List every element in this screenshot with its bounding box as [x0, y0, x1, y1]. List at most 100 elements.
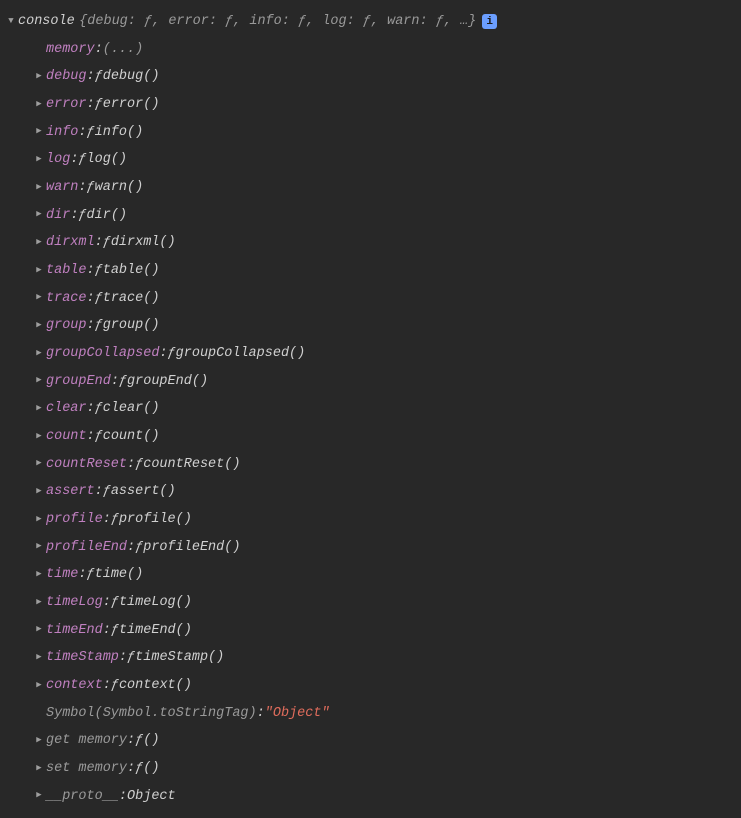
expand-icon[interactable]	[34, 344, 44, 365]
property-key: debug	[46, 63, 87, 91]
property-row[interactable]: profileEnd: ƒ profileEnd()	[6, 534, 735, 562]
property-value-string: "Object"	[265, 700, 330, 728]
property-key: count	[46, 423, 87, 451]
function-symbol: ƒ	[87, 174, 95, 202]
property-row[interactable]: timeStamp: ƒ timeStamp()	[6, 644, 735, 672]
property-row[interactable]: countReset: ƒ countReset()	[6, 451, 735, 479]
collapse-icon[interactable]	[6, 12, 16, 33]
property-key: __proto__	[46, 783, 119, 811]
function-symbol: ƒ	[168, 340, 176, 368]
property-row[interactable]: count: ƒ count()	[6, 423, 735, 451]
property-key: error	[46, 91, 87, 119]
property-key: clear	[46, 395, 87, 423]
property-key: info	[46, 119, 78, 147]
expand-icon[interactable]	[34, 122, 44, 143]
function-symbol: ƒ	[111, 672, 119, 700]
property-row[interactable]: error: ƒ error()	[6, 91, 735, 119]
summary-value: ƒ	[298, 14, 306, 29]
object-header-row[interactable]: console { debug: ƒ, error: ƒ, info: ƒ, l…	[6, 8, 735, 36]
function-name: countReset()	[143, 451, 240, 479]
property-key: countReset	[46, 451, 127, 479]
function-symbol: ƒ	[87, 119, 95, 147]
expand-icon[interactable]	[34, 288, 44, 309]
expand-icon[interactable]	[34, 67, 44, 88]
expand-icon[interactable]	[34, 261, 44, 282]
function-symbol: ƒ	[135, 755, 143, 783]
property-key: memory	[46, 36, 95, 64]
expand-icon[interactable]	[34, 565, 44, 586]
property-row[interactable]: __proto__: Object	[6, 783, 735, 811]
summary-key: error	[168, 14, 209, 29]
function-name: dirxml()	[111, 229, 176, 257]
property-row[interactable]: group: ƒ group()	[6, 312, 735, 340]
expand-icon[interactable]	[34, 205, 44, 226]
function-symbol: ƒ	[95, 423, 103, 451]
property-key: context	[46, 672, 103, 700]
property-row[interactable]: context: ƒ context()	[6, 672, 735, 700]
function-name: group()	[103, 312, 160, 340]
expand-icon[interactable]	[34, 620, 44, 641]
expand-icon[interactable]	[34, 537, 44, 558]
property-row[interactable]: timeLog: ƒ timeLog()	[6, 589, 735, 617]
property-row[interactable]: trace: ƒ trace()	[6, 285, 735, 313]
function-name: debug()	[103, 63, 160, 91]
property-row[interactable]: log: ƒ log()	[6, 146, 735, 174]
property-row[interactable]: clear: ƒ clear()	[6, 395, 735, 423]
summary-key: log	[322, 14, 346, 29]
property-row[interactable]: info: ƒ info()	[6, 119, 735, 147]
expand-icon[interactable]	[34, 676, 44, 697]
expand-icon[interactable]	[34, 233, 44, 254]
function-symbol: ƒ	[95, 285, 103, 313]
function-name: info()	[95, 119, 144, 147]
property-row[interactable]: groupCollapsed: ƒ groupCollapsed()	[6, 340, 735, 368]
expand-icon[interactable]	[34, 648, 44, 669]
expand-icon[interactable]	[34, 316, 44, 337]
summary-value: ƒ	[436, 14, 444, 29]
property-value: (...)	[103, 36, 144, 64]
property-key: log	[46, 146, 70, 174]
property-key: get memory	[46, 727, 127, 755]
expand-icon[interactable]	[34, 427, 44, 448]
property-row[interactable]: timeEnd: ƒ timeEnd()	[6, 617, 735, 645]
property-value: Object	[127, 783, 176, 811]
function-symbol: ƒ	[87, 561, 95, 589]
expand-icon[interactable]	[34, 482, 44, 503]
property-row[interactable]: time: ƒ time()	[6, 561, 735, 589]
expand-icon[interactable]	[34, 178, 44, 199]
property-row[interactable]: memory: (...)	[6, 36, 735, 64]
expand-icon[interactable]	[34, 454, 44, 475]
property-row[interactable]: dir: ƒ dir()	[6, 202, 735, 230]
property-row[interactable]: Symbol(Symbol.toStringTag): "Object"	[6, 700, 735, 728]
function-symbol: ƒ	[95, 63, 103, 91]
function-symbol: ƒ	[78, 202, 86, 230]
expand-icon[interactable]	[34, 150, 44, 171]
property-row[interactable]: groupEnd: ƒ groupEnd()	[6, 368, 735, 396]
property-row[interactable]: warn: ƒ warn()	[6, 174, 735, 202]
info-icon[interactable]: i	[482, 14, 497, 29]
function-name: timeStamp()	[135, 644, 224, 672]
function-symbol: ƒ	[95, 91, 103, 119]
expand-icon[interactable]	[34, 593, 44, 614]
function-name: profile()	[119, 506, 192, 534]
function-symbol: ƒ	[95, 257, 103, 285]
property-key: dir	[46, 202, 70, 230]
expand-icon[interactable]	[34, 399, 44, 420]
property-key: group	[46, 312, 87, 340]
property-row[interactable]: set memory: ƒ ()	[6, 755, 735, 783]
summary-value: ƒ	[363, 14, 371, 29]
expand-icon[interactable]	[34, 786, 44, 807]
property-row[interactable]: assert: ƒ assert()	[6, 478, 735, 506]
expand-icon[interactable]	[34, 95, 44, 116]
expand-icon[interactable]	[34, 759, 44, 780]
property-row[interactable]: table: ƒ table()	[6, 257, 735, 285]
property-row[interactable]: dirxml: ƒ dirxml()	[6, 229, 735, 257]
summary-ellipsis: …	[460, 14, 468, 29]
property-row[interactable]: get memory: ƒ ()	[6, 727, 735, 755]
property-row[interactable]: profile: ƒ profile()	[6, 506, 735, 534]
property-key: dirxml	[46, 229, 95, 257]
property-row[interactable]: debug: ƒ debug()	[6, 63, 735, 91]
property-key: profileEnd	[46, 534, 127, 562]
expand-icon[interactable]	[34, 731, 44, 752]
expand-icon[interactable]	[34, 510, 44, 531]
expand-icon[interactable]	[34, 371, 44, 392]
